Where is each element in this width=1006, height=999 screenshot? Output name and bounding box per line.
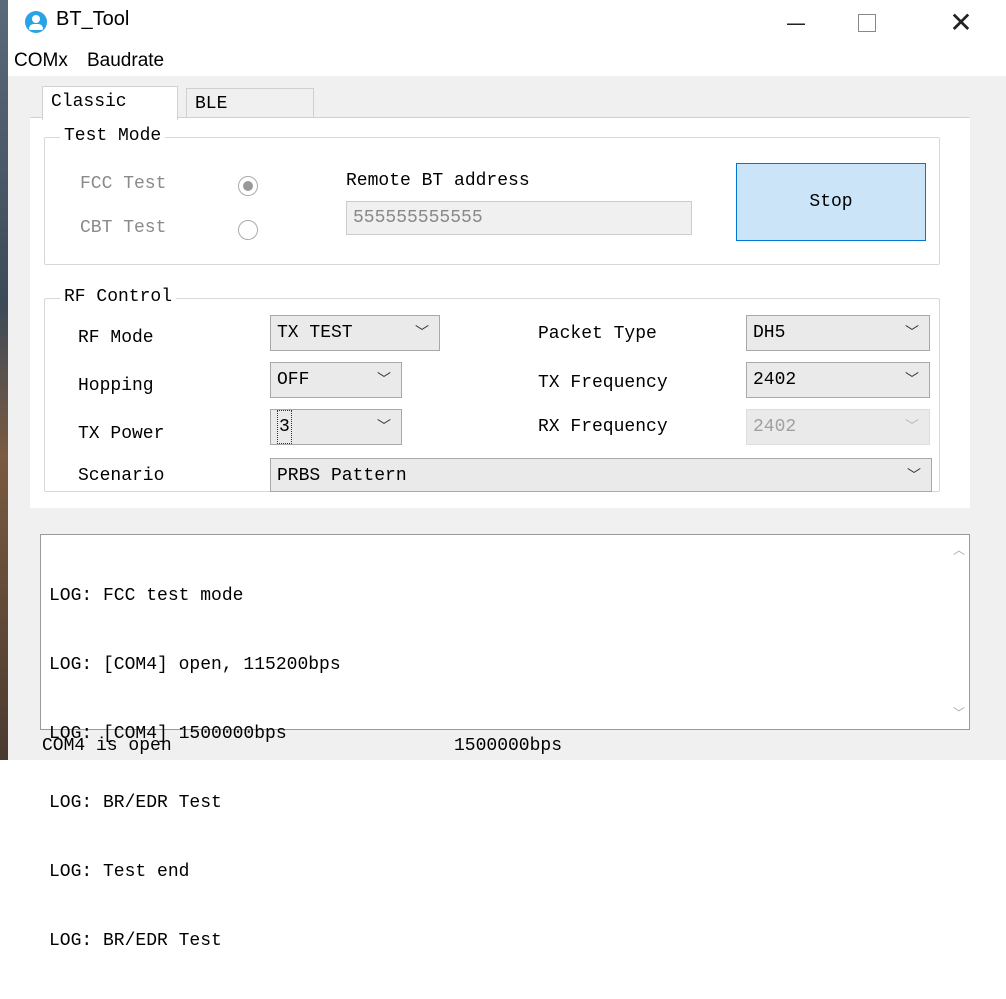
chevron-down-icon: ﹀ bbox=[905, 419, 919, 435]
scroll-up-icon[interactable]: ︿ bbox=[953, 541, 965, 558]
rx-frequency-select[interactable]: 2402 ﹀ bbox=[746, 409, 930, 445]
status-baud: 1500000bps bbox=[454, 736, 563, 756]
chevron-down-icon: ﹀ bbox=[377, 419, 391, 435]
fcc-test-radio[interactable] bbox=[238, 176, 258, 196]
tx-power-value: 3 bbox=[277, 410, 292, 444]
rx-frequency-value: 2402 bbox=[753, 417, 797, 437]
window-title: BT_Tool bbox=[56, 8, 130, 30]
tx-frequency-select[interactable]: 2402 ﹀ bbox=[746, 362, 930, 398]
desktop-background bbox=[0, 0, 8, 760]
tx-frequency-label: TX Frequency bbox=[538, 373, 668, 393]
log-output[interactable]: LOG: FCC test mode LOG: [COM4] open, 115… bbox=[40, 534, 970, 951]
cbt-test-label: CBT Test bbox=[80, 218, 167, 238]
remote-bt-address-label: Remote BT address bbox=[346, 171, 530, 191]
log-line: LOG: BR/EDR Test bbox=[49, 931, 222, 951]
app-window: BT_Tool — ✕ COMx Baudrate Classic BLE Te… bbox=[8, 0, 1006, 951]
log-line: LOG: FCC test mode bbox=[49, 586, 244, 606]
chevron-down-icon: ﹀ bbox=[415, 325, 429, 341]
log-line: LOG: BR/EDR Test bbox=[49, 793, 222, 813]
rf-mode-label: RF Mode bbox=[78, 328, 154, 348]
chevron-down-icon: ﹀ bbox=[907, 468, 921, 484]
rf-mode-select[interactable]: TX TEST ﹀ bbox=[270, 315, 440, 351]
minimize-button[interactable]: — bbox=[767, 0, 825, 46]
chevron-down-icon: ﹀ bbox=[377, 372, 391, 388]
maximize-button[interactable] bbox=[838, 0, 896, 46]
tab-classic[interactable]: Classic bbox=[42, 86, 178, 120]
menu-bar: COMx Baudrate bbox=[8, 46, 1006, 76]
maximize-icon bbox=[858, 14, 876, 32]
app-icon bbox=[25, 11, 47, 33]
menu-comx[interactable]: COMx bbox=[14, 50, 68, 72]
rf-mode-value: TX TEST bbox=[277, 323, 353, 343]
tx-power-label: TX Power bbox=[78, 424, 165, 444]
test-mode-legend: Test Mode bbox=[60, 126, 166, 146]
hopping-label: Hopping bbox=[78, 376, 154, 396]
title-bar: BT_Tool — ✕ bbox=[8, 0, 1006, 46]
remote-bt-address-input[interactable]: 555555555555 bbox=[346, 201, 692, 235]
packet-type-label: Packet Type bbox=[538, 324, 657, 344]
classic-panel: Test Mode FCC Test CBT Test Remote BT ad… bbox=[30, 117, 970, 508]
status-port: COM4 is open bbox=[42, 736, 172, 756]
scenario-select[interactable]: PRBS Pattern ﹀ bbox=[270, 458, 932, 492]
stop-button[interactable]: Stop bbox=[736, 163, 926, 241]
log-line: LOG: [COM4] open, 115200bps bbox=[49, 655, 341, 675]
log-line: LOG: Test end bbox=[49, 862, 190, 882]
close-button[interactable]: ✕ bbox=[932, 0, 990, 46]
rf-control-legend: RF Control bbox=[60, 287, 177, 307]
rx-frequency-label: RX Frequency bbox=[538, 417, 668, 437]
packet-type-select[interactable]: DH5 ﹀ bbox=[746, 315, 930, 351]
hopping-select[interactable]: OFF ﹀ bbox=[270, 362, 402, 398]
scenario-label: Scenario bbox=[78, 466, 165, 486]
packet-type-value: DH5 bbox=[753, 323, 786, 343]
log-lines: LOG: FCC test mode LOG: [COM4] open, 115… bbox=[49, 539, 341, 999]
cbt-test-radio[interactable] bbox=[238, 220, 258, 240]
scenario-value: PRBS Pattern bbox=[277, 466, 407, 486]
hopping-value: OFF bbox=[277, 370, 310, 390]
chevron-down-icon: ﹀ bbox=[905, 372, 919, 388]
scroll-down-icon[interactable]: ﹀ bbox=[953, 704, 965, 721]
tx-frequency-value: 2402 bbox=[753, 370, 797, 390]
chevron-down-icon: ﹀ bbox=[905, 325, 919, 341]
tx-power-select[interactable]: 3 ﹀ bbox=[270, 409, 402, 445]
menu-baudrate[interactable]: Baudrate bbox=[87, 50, 164, 72]
fcc-test-label: FCC Test bbox=[80, 174, 167, 194]
